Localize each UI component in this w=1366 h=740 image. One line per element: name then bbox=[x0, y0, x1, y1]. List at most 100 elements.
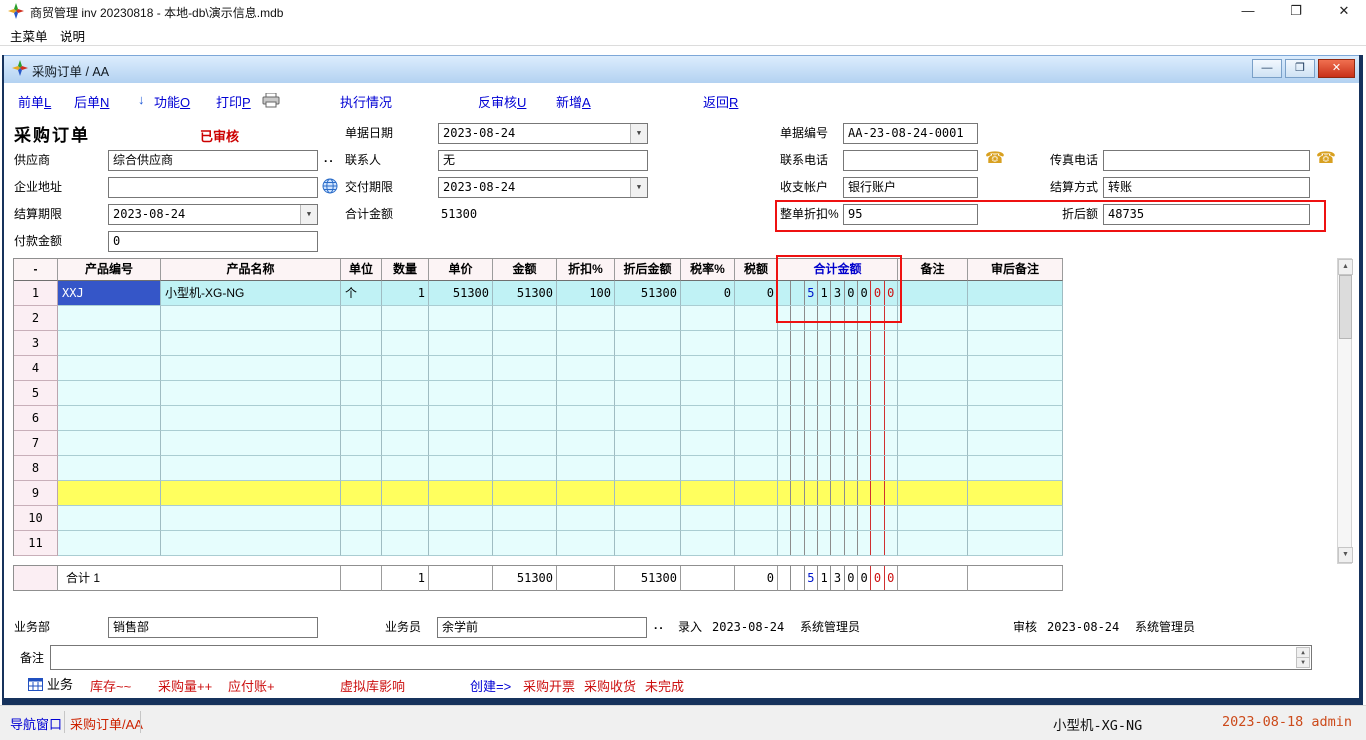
column-header-unit[interactable]: 单位 bbox=[341, 259, 382, 281]
column-header-price[interactable]: 单价 bbox=[429, 259, 493, 281]
row-number-11[interactable]: 11 bbox=[14, 531, 58, 556]
account-input[interactable]: 银行账户 bbox=[843, 177, 978, 198]
cell-disc_amount-8[interactable] bbox=[615, 456, 681, 481]
cell-qty-10[interactable] bbox=[382, 506, 429, 531]
cell-audit_note-2[interactable] bbox=[968, 306, 1063, 331]
cell-unit-10[interactable] bbox=[341, 506, 382, 531]
row-number-2[interactable]: 2 bbox=[14, 306, 58, 331]
doc-restore-button[interactable]: ❐ bbox=[1285, 59, 1315, 78]
link-inventory[interactable]: 库存~~ bbox=[90, 676, 131, 695]
cell-total-8[interactable] bbox=[778, 456, 898, 481]
cell-note-9[interactable] bbox=[898, 481, 968, 506]
toolbar-item-execution-status[interactable]: 执行情况 bbox=[340, 92, 392, 111]
cell-price-1[interactable]: 51300 bbox=[429, 281, 493, 306]
cell-qty-11[interactable] bbox=[382, 531, 429, 556]
row-number-1[interactable]: 1 bbox=[14, 281, 58, 306]
cell-note-7[interactable] bbox=[898, 431, 968, 456]
salesman-browse-button[interactable]: .. bbox=[654, 618, 665, 632]
cell-audit_note-1[interactable] bbox=[968, 281, 1063, 306]
link-virtual-stock[interactable]: 虚拟库影响 bbox=[340, 676, 405, 695]
column-header-audit_note[interactable]: 审后备注 bbox=[968, 259, 1063, 281]
cell-unit-9[interactable] bbox=[341, 481, 382, 506]
cell-amount-2[interactable] bbox=[493, 306, 557, 331]
cell-code-4[interactable] bbox=[58, 356, 161, 381]
cell-tax-6[interactable] bbox=[735, 406, 778, 431]
cell-amount-11[interactable] bbox=[493, 531, 557, 556]
cell-total-11[interactable] bbox=[778, 531, 898, 556]
cell-unit-8[interactable] bbox=[341, 456, 382, 481]
row-number-4[interactable]: 4 bbox=[14, 356, 58, 381]
cell-tax-4[interactable] bbox=[735, 356, 778, 381]
cell-unit-7[interactable] bbox=[341, 431, 382, 456]
cell-tax_rate-11[interactable] bbox=[681, 531, 735, 556]
contact-input[interactable]: 无 bbox=[438, 150, 648, 171]
cell-note-8[interactable] bbox=[898, 456, 968, 481]
column-header-tax_rate[interactable]: 税率% bbox=[681, 259, 735, 281]
cell-tax-1[interactable]: 0 bbox=[735, 281, 778, 306]
cell-code-11[interactable] bbox=[58, 531, 161, 556]
column-header-disc_amount[interactable]: 折后金额 bbox=[615, 259, 681, 281]
column-header-note[interactable]: 备注 bbox=[898, 259, 968, 281]
cell-note-2[interactable] bbox=[898, 306, 968, 331]
cell-qty-3[interactable] bbox=[382, 331, 429, 356]
toolbar-item-next[interactable]: 后单N bbox=[74, 92, 109, 111]
doc-date-input[interactable]: 2023-08-24 ▼ bbox=[438, 123, 648, 144]
cell-code-1[interactable]: XXJ bbox=[58, 281, 161, 306]
cell-price-6[interactable] bbox=[429, 406, 493, 431]
cell-code-3[interactable] bbox=[58, 331, 161, 356]
cell-name-8[interactable] bbox=[161, 456, 341, 481]
cell-note-3[interactable] bbox=[898, 331, 968, 356]
cell-code-7[interactable] bbox=[58, 431, 161, 456]
cell-price-2[interactable] bbox=[429, 306, 493, 331]
doc-no-input[interactable]: AA-23-08-24-0001 bbox=[843, 123, 978, 144]
cell-price-4[interactable] bbox=[429, 356, 493, 381]
fax-input[interactable] bbox=[1103, 150, 1310, 171]
link-create[interactable]: 创建=> bbox=[470, 676, 511, 695]
cell-name-5[interactable] bbox=[161, 381, 341, 406]
cell-unit-5[interactable] bbox=[341, 381, 382, 406]
cell-audit_note-9[interactable] bbox=[968, 481, 1063, 506]
cell-disc_amount-5[interactable] bbox=[615, 381, 681, 406]
cell-unit-2[interactable] bbox=[341, 306, 382, 331]
cell-qty-4[interactable] bbox=[382, 356, 429, 381]
column-header-tax[interactable]: 税额 bbox=[735, 259, 778, 281]
cell-qty-7[interactable] bbox=[382, 431, 429, 456]
cell-unit-3[interactable] bbox=[341, 331, 382, 356]
doc-minimize-button[interactable]: — bbox=[1252, 59, 1282, 78]
address-input[interactable] bbox=[108, 177, 318, 198]
supplier-browse-button[interactable]: .. bbox=[324, 151, 335, 165]
cell-note-6[interactable] bbox=[898, 406, 968, 431]
cell-discount-5[interactable] bbox=[557, 381, 615, 406]
cell-discount-8[interactable] bbox=[557, 456, 615, 481]
cell-tax-2[interactable] bbox=[735, 306, 778, 331]
cell-amount-10[interactable] bbox=[493, 506, 557, 531]
cell-note-11[interactable] bbox=[898, 531, 968, 556]
cell-code-8[interactable] bbox=[58, 456, 161, 481]
toolbar-item-functions[interactable]: 功能O bbox=[154, 92, 190, 111]
row-number-6[interactable]: 6 bbox=[14, 406, 58, 431]
cell-discount-9[interactable] bbox=[557, 481, 615, 506]
cell-tax-5[interactable] bbox=[735, 381, 778, 406]
cell-discount-6[interactable] bbox=[557, 406, 615, 431]
cell-code-5[interactable] bbox=[58, 381, 161, 406]
row-number-3[interactable]: 3 bbox=[14, 331, 58, 356]
cell-unit-6[interactable] bbox=[341, 406, 382, 431]
cell-disc_amount-2[interactable] bbox=[615, 306, 681, 331]
cell-tax_rate-5[interactable] bbox=[681, 381, 735, 406]
cell-tax_rate-10[interactable] bbox=[681, 506, 735, 531]
close-button[interactable]: ✕ bbox=[1329, 2, 1359, 20]
cell-tax_rate-6[interactable] bbox=[681, 406, 735, 431]
link-incomplete[interactable]: 未完成 bbox=[645, 676, 684, 695]
row-number-5[interactable]: 5 bbox=[14, 381, 58, 406]
row-number-7[interactable]: 7 bbox=[14, 431, 58, 456]
cell-total-3[interactable] bbox=[778, 331, 898, 356]
cell-name-1[interactable]: 小型机-XG-NG bbox=[161, 281, 341, 306]
cell-code-9[interactable] bbox=[58, 481, 161, 506]
column-header-name[interactable]: 产品名称 bbox=[161, 259, 341, 281]
note-input[interactable]: ▲ ▼ bbox=[50, 645, 1312, 670]
cell-name-6[interactable] bbox=[161, 406, 341, 431]
cell-note-1[interactable] bbox=[898, 281, 968, 306]
toolbar-item-unaudit[interactable]: 反审核U bbox=[478, 92, 526, 111]
link-purchase-receipt[interactable]: 采购收货 bbox=[584, 676, 636, 695]
cell-code-6[interactable] bbox=[58, 406, 161, 431]
